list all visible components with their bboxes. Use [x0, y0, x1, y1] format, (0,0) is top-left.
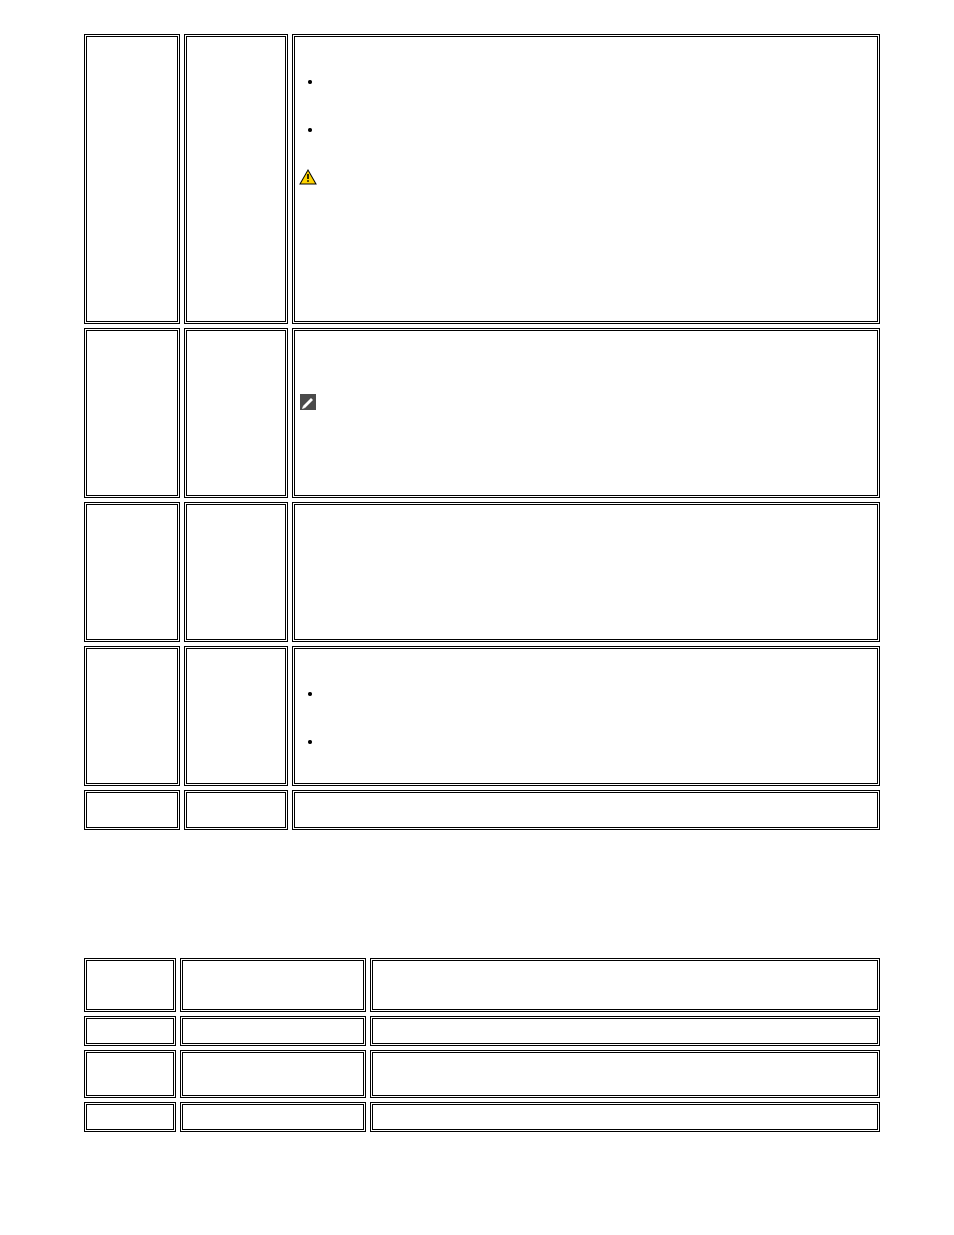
caution-icon	[299, 169, 317, 190]
table-row	[84, 1102, 880, 1132]
table-row	[84, 502, 880, 642]
table-row	[84, 34, 880, 324]
specification-table-2	[80, 954, 884, 1136]
cell-description	[299, 655, 873, 751]
cell-description	[299, 337, 873, 416]
list-item	[323, 685, 873, 703]
table-row	[84, 790, 880, 830]
list-item	[323, 733, 873, 751]
list-item	[323, 73, 873, 91]
cell-description	[299, 43, 873, 190]
cell-description	[299, 511, 873, 531]
table-row	[84, 1050, 880, 1098]
note-icon	[299, 393, 317, 416]
note-callout	[299, 393, 873, 416]
document-page	[0, 0, 954, 1235]
table-row	[84, 328, 880, 498]
bullet-list	[323, 685, 873, 751]
table-row	[84, 646, 880, 786]
list-item	[323, 121, 873, 139]
bullet-list	[323, 73, 873, 139]
specification-table-1	[80, 30, 884, 834]
table-row	[84, 958, 880, 1012]
table-row	[84, 1016, 880, 1046]
section-gap	[80, 834, 884, 954]
caution-callout	[299, 169, 873, 190]
